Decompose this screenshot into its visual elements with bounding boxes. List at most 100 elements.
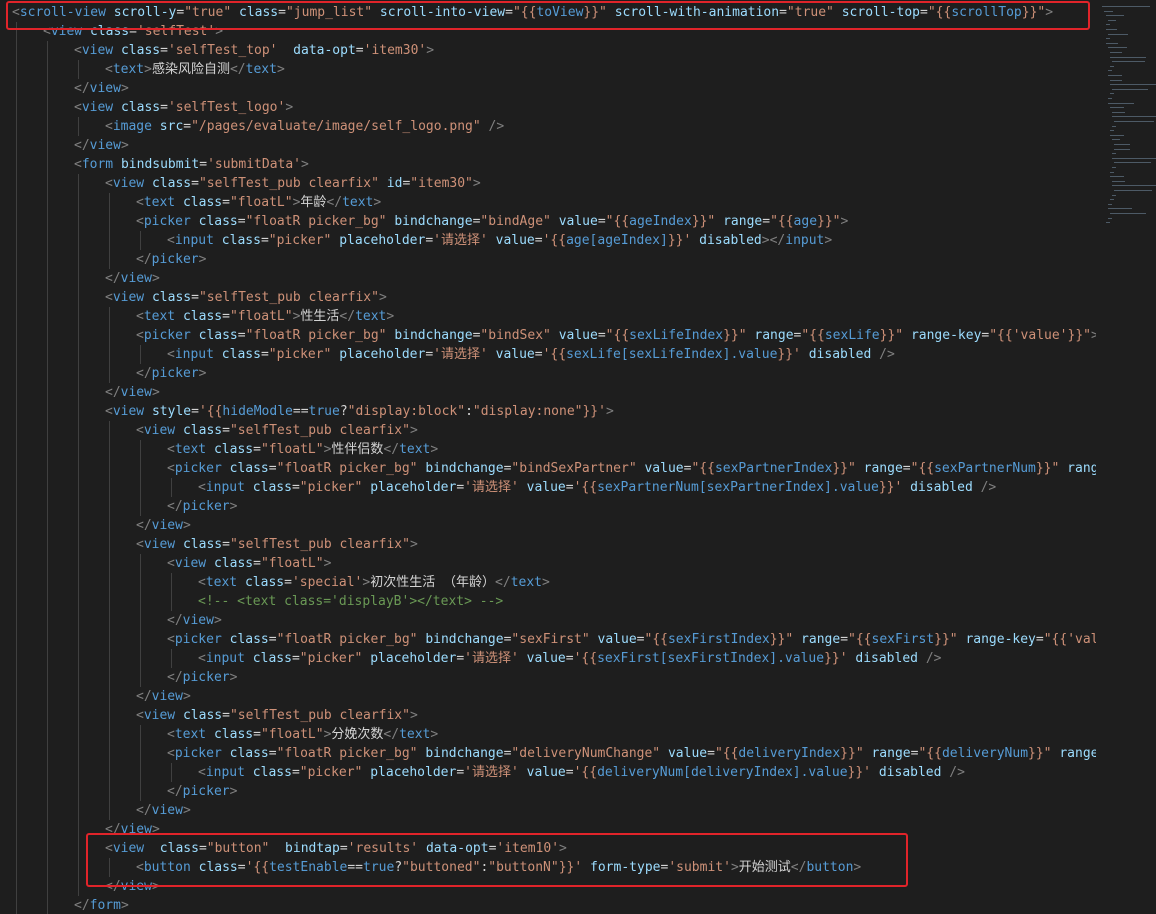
code-line[interactable]: <view class="selfTest_pub clearfix"> [105,288,387,307]
code-line[interactable]: </view> [136,516,191,535]
indent-guide [16,269,17,288]
code-line[interactable]: <text>感染风险自测</text> [105,60,285,79]
indent-guide [109,573,110,592]
code-line[interactable]: </view> [105,269,160,288]
code-line[interactable]: </picker> [167,782,237,801]
code-line[interactable]: <picker class="floatR picker_bg" bindcha… [136,212,848,231]
code-line[interactable]: </view> [136,801,191,820]
code-token: view [89,81,121,96]
code-line[interactable]: <view class="selfTest_pub clearfix"> [136,535,418,554]
minimap-line [1114,148,1130,150]
code-line[interactable]: </picker> [167,497,237,516]
code-line[interactable]: <text class='special'>初次性生活 （年龄）</text> [198,573,550,592]
code-line[interactable]: <text class="floatL">性伴侣数</text> [167,440,438,459]
code-line[interactable]: <input class="picker" placeholder='请选择' … [198,649,941,668]
code-token: > [198,252,207,267]
code-token: < [167,461,175,476]
code-token: "floatR picker_bg" [276,632,418,647]
indent-guide [78,307,79,326]
code-line[interactable]: </view> [136,687,191,706]
minimap-line [1106,24,1110,26]
code-token: "{{ [605,328,630,343]
code-line[interactable]: </view> [74,136,129,155]
code-token: </ [105,385,121,400]
minimap-line [1106,222,1110,224]
code-token: "floatL" [260,442,324,457]
indent-guide [109,459,110,478]
code-token: "{{ [605,214,630,229]
code-line[interactable]: </picker> [136,364,206,383]
code-token: value [644,461,684,476]
code-line[interactable]: <text class="floatL">分娩次数</text> [167,725,438,744]
code-line[interactable]: <view class="selfTest_pub clearfix" id="… [105,174,481,193]
code-line[interactable]: <view class="selfTest_pub clearfix"> [136,421,418,440]
code-line[interactable]: </form> [74,896,129,914]
indent-guide [109,649,110,668]
code-line[interactable]: <view class='selfTest_top' data-opt='ite… [74,41,434,60]
code-token: "{{ [714,746,739,761]
code-area[interactable]: <scroll-view scroll-y="true" class="jump… [0,0,1096,914]
code-editor[interactable]: <scroll-view scroll-y="true" class="jump… [0,0,1156,914]
indent-guide [16,60,17,79]
indent-guide [16,174,17,193]
code-line[interactable]: <form bindsubmit='submitData'> [74,155,309,174]
code-token: < [136,309,144,324]
code-line[interactable]: <text class="floatL">性生活</text> [136,307,394,326]
code-line[interactable]: </picker> [136,250,206,269]
code-token: picker [143,214,191,229]
indent-guide [47,801,48,820]
code-line[interactable]: <picker class="floatR picker_bg" bindcha… [167,459,1096,478]
code-line[interactable]: </view> [74,79,129,98]
code-line[interactable]: <input class="picker" placeholder='请选择' … [167,231,832,250]
code-line[interactable]: </picker> [167,668,237,687]
code-token: = [291,480,300,495]
code-line[interactable]: <input class="picker" placeholder='请选择' … [198,763,965,782]
code-line[interactable]: <text class="floatL">年龄</text> [136,193,381,212]
code-token: view [143,537,176,552]
code-token: class [198,328,238,343]
indent-guide [47,858,48,877]
code-line[interactable]: <picker class="floatR picker_bg" bindcha… [167,744,1096,763]
code-token: < [105,290,113,305]
code-token: text [342,195,374,210]
code-token: = [199,157,208,172]
indent-guide [78,478,79,497]
code-token: sexFirstIndex [667,632,770,647]
indent-guide [16,117,17,136]
code-line[interactable]: <image src="/pages/evaluate/image/self_l… [105,117,504,136]
code-line[interactable]: <input class="picker" placeholder='请选择' … [198,478,996,497]
code-line[interactable]: <input class="picker" placeholder='请选择' … [167,345,895,364]
code-token: range [754,328,794,343]
code-token: "selfTest_pub clearfix" [198,176,379,191]
indent-guide [16,877,17,896]
indent-guide [16,136,17,155]
indent-guide [47,611,48,630]
code-token: }}" [723,328,747,343]
indent-guide [171,592,172,611]
code-line[interactable]: <picker class="floatR picker_bg" bindcha… [136,326,1096,345]
code-token: placeholder [339,233,426,248]
code-token: "{{ [918,746,942,761]
code-line[interactable]: <view class="floatL"> [167,554,331,573]
code-line[interactable]: <view class="selfTest_pub clearfix"> [136,706,418,725]
code-line[interactable]: <!-- <text class='displayB'></text> --> [198,592,503,611]
code-line[interactable]: </view> [105,383,160,402]
indent-guide [78,269,79,288]
code-line[interactable]: </view> [167,611,222,630]
indent-guide [16,839,17,858]
minimap[interactable] [1096,0,1156,914]
code-token: > [229,499,238,514]
indent-guide [47,440,48,459]
code-line[interactable]: <view style='{{hideModle==true?"display:… [105,402,614,421]
code-line[interactable]: <view class='selfTest_logo'> [74,98,293,117]
code-token: class [120,43,161,58]
minimap-line [1108,208,1132,210]
code-line[interactable]: <picker class="floatR picker_bg" bindcha… [167,630,1096,649]
